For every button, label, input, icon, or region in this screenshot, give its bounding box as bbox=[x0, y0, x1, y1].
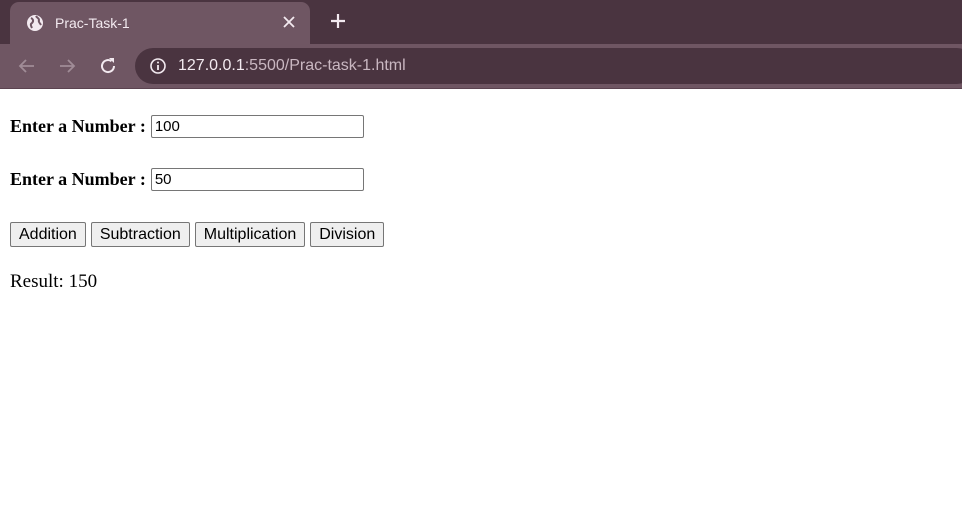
page-content: Enter a Number : Enter a Number : Additi… bbox=[0, 89, 962, 518]
plus-icon[interactable] bbox=[326, 9, 350, 33]
multiplication-button[interactable]: Multiplication bbox=[194, 222, 306, 247]
number-input-2[interactable] bbox=[150, 168, 364, 191]
url-text: 127.0.0.1:5500/Prac-task-1.html bbox=[178, 57, 406, 75]
globe-icon bbox=[26, 14, 44, 32]
url-path: :5500/Prac-task-1.html bbox=[244, 57, 406, 74]
result-text: Result: 150 bbox=[10, 271, 98, 292]
addition-button[interactable]: Addition bbox=[10, 222, 86, 247]
forward-arrow-icon[interactable] bbox=[55, 54, 79, 78]
subtraction-button[interactable]: Subtraction bbox=[90, 222, 190, 247]
info-icon[interactable] bbox=[149, 57, 167, 75]
division-button[interactable]: Division bbox=[310, 222, 385, 247]
number-label-2: Enter a Number : bbox=[10, 169, 146, 189]
address-bar[interactable]: 127.0.0.1:5500/Prac-task-1.html bbox=[135, 48, 962, 84]
number-label-1: Enter a Number : bbox=[10, 116, 146, 136]
browser-toolbar: 127.0.0.1:5500/Prac-task-1.html bbox=[0, 44, 962, 88]
operation-buttons: Addition Subtraction Multiplication Divi… bbox=[10, 222, 389, 247]
close-icon[interactable] bbox=[280, 13, 298, 31]
back-arrow-icon[interactable] bbox=[15, 54, 39, 78]
reload-icon[interactable] bbox=[96, 54, 120, 78]
tab-title: Prac-Task-1 bbox=[55, 15, 130, 31]
browser-tabstrip: Prac-Task-1 bbox=[0, 0, 962, 44]
number-input-1[interactable] bbox=[150, 115, 364, 138]
browser-tab[interactable]: Prac-Task-1 bbox=[10, 2, 310, 44]
url-host: 127.0.0.1 bbox=[178, 57, 245, 74]
number-row-2: Enter a Number : bbox=[10, 168, 364, 191]
number-row-1: Enter a Number : bbox=[10, 115, 364, 138]
